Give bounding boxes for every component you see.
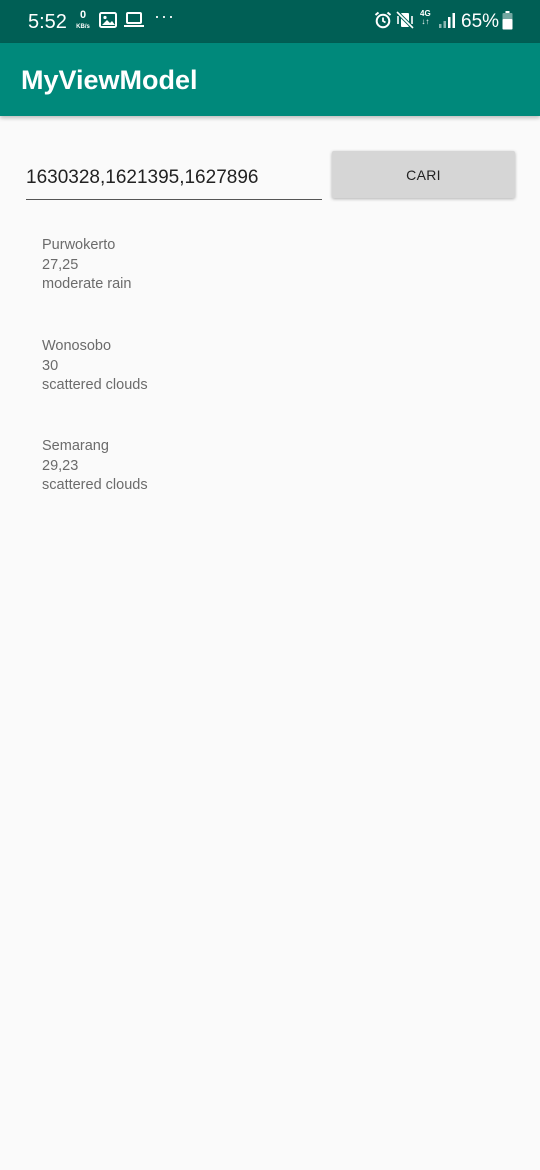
- status-bar: 5:52 0 KB/s ··· 4G ↓↑ 65%: [0, 0, 540, 43]
- alarm-icon: [374, 11, 392, 34]
- more-notifications-icon: ···: [154, 6, 175, 26]
- network-speed-indicator: 0 KB/s: [72, 10, 94, 32]
- battery-percent: 65%: [461, 11, 500, 32]
- weather-description: scattered clouds: [42, 377, 148, 394]
- app-bar: MyViewModel: [0, 43, 540, 116]
- temperature: 27,25: [42, 256, 79, 273]
- weather-description: scattered clouds: [42, 477, 148, 494]
- data-arrows-icon: ↓↑: [421, 17, 430, 26]
- search-button[interactable]: CARI: [332, 151, 515, 198]
- page-title: MyViewModel: [21, 65, 198, 95]
- vibrate-off-icon: [395, 10, 415, 34]
- weather-description: moderate rain: [42, 276, 132, 293]
- city-name: Wonosobo: [42, 338, 112, 354]
- city-ids-input[interactable]: [26, 156, 322, 200]
- status-time: 5:52: [28, 11, 67, 33]
- laptop-icon: [124, 12, 144, 33]
- battery-icon: [502, 11, 513, 35]
- gallery-icon: [99, 12, 117, 33]
- city-name: Semarang: [42, 438, 109, 454]
- temperature: 30: [42, 357, 59, 374]
- city-name: Purwokerto: [42, 237, 116, 253]
- network-speed-value: 0: [79, 9, 87, 21]
- signal-icon: [438, 12, 456, 34]
- temperature: 29,23: [42, 457, 79, 474]
- network-type-indicator: 4G ↓↑: [420, 10, 431, 26]
- list-item: Purwokerto 27,25 moderate rain: [42, 236, 342, 295]
- network-speed-unit: KB/s: [76, 24, 90, 30]
- list-item: Wonosobo 30 scattered clouds: [42, 337, 342, 396]
- list-item: Semarang 29,23 scattered clouds: [42, 437, 342, 496]
